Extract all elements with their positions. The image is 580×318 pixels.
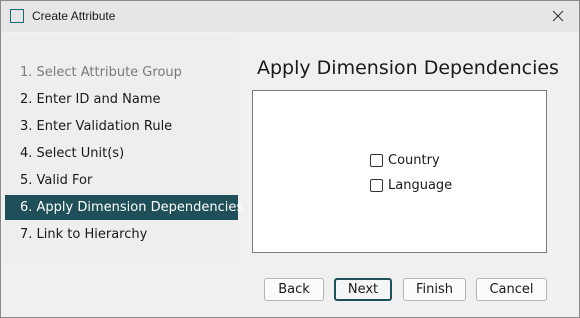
close-icon[interactable]: [539, 1, 577, 32]
country-label[interactable]: Country: [388, 153, 440, 168]
create-attribute-dialog: Create Attribute 1. Select Attribute Gro…: [0, 0, 580, 318]
step-link-to-hierarchy[interactable]: 7. Link to Hierarchy: [5, 222, 238, 247]
wizard-steps-panel: 1. Select Attribute Group 2. Enter ID an…: [5, 36, 243, 262]
step-enter-id-and-name[interactable]: 2. Enter ID and Name: [5, 87, 238, 112]
back-button[interactable]: Back: [264, 278, 324, 301]
step-select-attribute-group: 1. Select Attribute Group: [20, 65, 182, 80]
app-window-icon: [10, 9, 24, 23]
dimension-dependencies-box: Country Language: [252, 90, 547, 253]
cancel-button[interactable]: Cancel: [476, 278, 547, 301]
language-checkbox[interactable]: [370, 178, 383, 192]
page-title: Apply Dimension Dependencies: [257, 57, 559, 79]
step-apply-dimension-dependencies[interactable]: 6. Apply Dimension Dependencies: [5, 195, 243, 220]
country-checkbox[interactable]: [370, 153, 383, 167]
language-option[interactable]: Language: [370, 176, 452, 194]
country-option[interactable]: Country: [370, 151, 440, 169]
step-enter-validation-rule[interactable]: 3. Enter Validation Rule: [5, 114, 238, 139]
language-label[interactable]: Language: [388, 178, 452, 193]
finish-button[interactable]: Finish: [403, 278, 466, 301]
window-title: Create Attribute: [32, 9, 116, 23]
step-select-units[interactable]: 4. Select Unit(s): [5, 141, 238, 166]
step-valid-for[interactable]: 5. Valid For: [5, 168, 238, 193]
title-bar[interactable]: Create Attribute: [1, 1, 579, 32]
next-button[interactable]: Next: [334, 278, 392, 301]
